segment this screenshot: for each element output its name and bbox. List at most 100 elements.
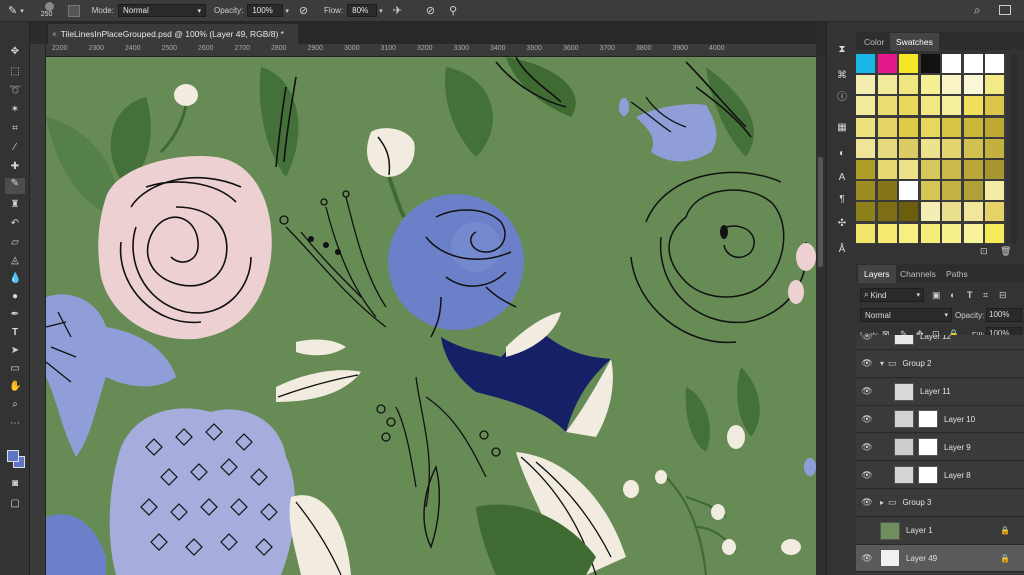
visibility-eye-icon[interactable]: 👁 [860,335,874,342]
swatch[interactable] [963,117,984,138]
eraser-icon[interactable]: ▱ [9,237,21,249]
swatch[interactable] [899,75,919,96]
healing-brush-icon[interactable]: ✚ [9,161,21,173]
swatch[interactable] [942,75,962,96]
layer-mask-thumbnail[interactable] [918,466,938,484]
swatch[interactable] [963,160,984,180]
swatch[interactable] [942,138,962,159]
character-icon[interactable]: A [836,172,848,184]
swatch[interactable] [856,138,876,159]
swatch[interactable] [985,160,1005,180]
layer-row[interactable]: 👁 Layer 12 [856,335,1024,350]
move-tool-icon[interactable]: ✥ [9,46,21,58]
swatch[interactable] [877,54,898,74]
path-selection-icon[interactable]: ➤ [9,345,21,357]
swatch[interactable] [920,223,941,244]
layer-mask-thumbnail[interactable] [918,438,938,457]
magic-wand-icon[interactable]: ✶ [9,104,21,116]
zoom-tool-icon[interactable]: ⌕ [9,399,21,411]
swatch[interactable] [920,54,941,74]
pen-tool-icon[interactable]: ✒ [9,309,21,321]
glyphs-icon[interactable]: Å [836,244,848,256]
swatch[interactable] [985,138,1005,159]
new-swatch-icon[interactable]: ⊡ [980,246,988,257]
swatch[interactable] [920,160,941,180]
swatch[interactable] [942,160,962,180]
document-tab[interactable]: × TileLinesInPlaceGrouped.psd @ 100% (La… [48,24,298,44]
workspace-icon[interactable] [999,5,1011,15]
swatch[interactable] [963,138,984,159]
filter-type-icon[interactable]: T [967,290,973,300]
document-canvas[interactable] [46,57,816,575]
swatch[interactable] [985,181,1005,202]
swatch[interactable] [856,75,876,96]
brush-preset-picker[interactable]: 250 [38,1,62,21]
swatch[interactable] [942,54,962,74]
brush-tool-icon[interactable]: ✎ [8,4,17,17]
visibility-eye-icon[interactable]: 👁 [860,497,874,508]
swatch[interactable] [899,160,919,180]
layer-mask-thumbnail[interactable] [918,410,938,429]
swatch[interactable] [856,181,876,202]
swatch[interactable] [985,202,1005,223]
swatch[interactable] [920,117,941,138]
properties-icon[interactable]: ▦ [836,122,848,134]
swatch[interactable] [963,75,984,96]
swatch[interactable] [856,54,876,74]
visibility-eye-icon[interactable]: 👁 [860,470,874,481]
swatch[interactable] [877,117,898,138]
swatch[interactable] [985,223,1005,244]
swatches-scrollbar[interactable] [1011,54,1017,244]
swatch[interactable] [963,54,984,74]
canvas-scrollbar[interactable] [816,57,825,575]
screen-mode-icon[interactable]: ▢ [9,498,21,510]
blend-mode-select[interactable]: Normal ▾ [860,308,952,322]
paragraph-icon[interactable]: ¶ [836,194,848,206]
eyedropper-icon[interactable]: ⁄ [9,142,21,154]
mode-select[interactable]: Normal ▾ [117,4,206,17]
adjustments-icon[interactable]: ◐ [836,148,848,160]
tab-paths[interactable]: Paths [940,265,974,283]
swatch[interactable] [899,96,919,117]
tab-layers[interactable]: Layers [858,265,896,283]
rectangle-tool-icon[interactable]: ▭ [9,363,21,375]
chevron-icon[interactable]: ▾ [880,359,884,368]
visibility-eye-icon[interactable]: 👁 [860,553,874,564]
swatch[interactable] [877,138,898,159]
close-icon[interactable]: × [52,30,57,39]
crop-tool-icon[interactable]: ⌗ [9,123,21,135]
chevron-down-icon[interactable]: ▾ [379,7,383,15]
swatch[interactable] [920,138,941,159]
layer-row[interactable]: 👁 Layer 49 🔒 [856,545,1024,573]
swatch[interactable] [856,202,876,223]
swatch[interactable] [877,181,898,202]
smoothing-icon[interactable]: ⊘ [426,4,435,17]
swatch[interactable] [899,202,919,223]
tab-swatches[interactable]: Swatches [890,33,939,51]
swatch[interactable] [899,54,919,74]
lasso-tool-icon[interactable]: ➰ [9,85,21,97]
scroll-thumb[interactable] [818,157,823,267]
info-icon[interactable]: ⓘ [836,92,848,104]
filter-smart-object-icon[interactable]: ⊟ [999,290,1007,301]
swatch[interactable] [920,96,941,117]
swatch[interactable] [920,181,941,202]
swatch[interactable] [942,223,962,244]
chevron-down-icon[interactable]: ▾ [20,7,24,15]
swatch[interactable] [942,181,962,202]
stamp-tool-icon[interactable]: ♜ [9,199,21,211]
swatch[interactable] [985,75,1005,96]
filter-pixel-icon[interactable]: ▣ [932,290,941,301]
opacity-input[interactable]: 100% [247,4,284,17]
blur-tool-icon[interactable]: 💧 [9,273,21,285]
swatch[interactable] [985,54,1005,74]
swatch[interactable] [856,223,876,244]
chevron-icon[interactable]: ▸ [880,498,884,507]
marquee-tool-icon[interactable]: ⬚ [9,66,21,78]
visibility-eye-icon[interactable]: 👁 [860,358,874,369]
more-tools-icon[interactable]: ⋯ [9,418,21,430]
swatch[interactable] [942,202,962,223]
swatch[interactable] [899,181,919,202]
chevron-down-icon[interactable]: ▾ [285,7,289,15]
hand-tool-icon[interactable]: ✋ [9,381,21,393]
